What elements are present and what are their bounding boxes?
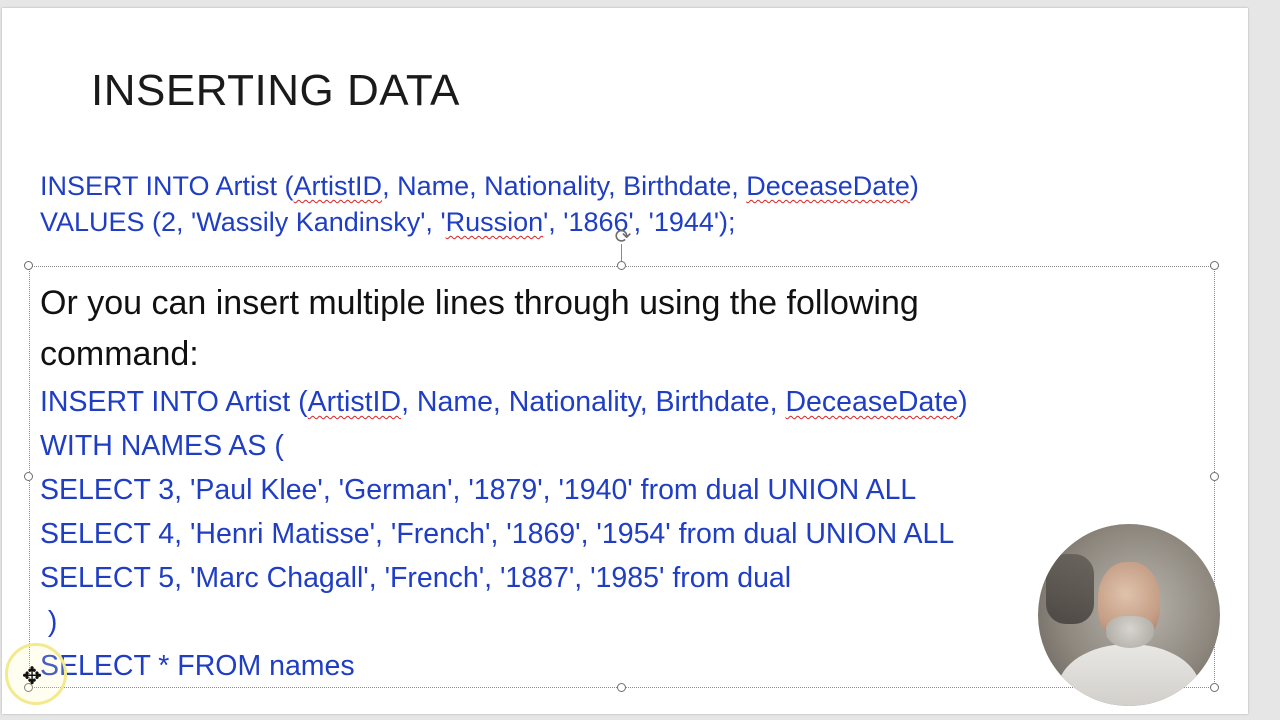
presenter-shirt	[1058, 644, 1200, 706]
multi-insert-textbox[interactable]: Or you can insert multiple lines through…	[40, 278, 1200, 688]
select-row-line: SELECT 4, 'Henri Matisse', 'French', '18…	[40, 518, 955, 550]
code-text: , Name, Nationality, Birthdate,	[382, 171, 747, 201]
select-row-line: SELECT 5, 'Marc Chagall', 'French', '188…	[40, 562, 792, 594]
webcam-background	[1046, 554, 1094, 624]
code-block: INSERT INTO Artist (ArtistID, Name, Nati…	[40, 380, 1200, 688]
spellcheck-word: ArtistID	[293, 171, 383, 201]
prose-line: Or you can insert multiple lines through…	[40, 284, 919, 322]
resize-handle-top-right[interactable]	[1210, 261, 1219, 270]
with-line: WITH NAMES AS (	[40, 430, 284, 462]
code-text: INSERT INTO Artist (	[40, 386, 308, 418]
code-text: )	[958, 386, 968, 418]
resize-handle-top-left[interactable]	[24, 261, 33, 270]
select-row-line: SELECT 3, 'Paul Klee', 'German', '1879',…	[40, 474, 917, 506]
resize-handle-bottom-right[interactable]	[1210, 683, 1219, 692]
rotate-handle-icon[interactable]: ⟳	[613, 227, 633, 247]
insert-into-line: INSERT INTO Artist (ArtistID, Name, Nati…	[40, 168, 919, 204]
move-cursor-icon: ✥	[22, 663, 43, 690]
spellcheck-word: DeceaseDate	[746, 171, 910, 201]
code-text: ', '1866', '1944');	[543, 207, 736, 237]
final-select-line: SELECT * FROM names	[40, 650, 355, 682]
values-line: VALUES (2, 'Wassily Kandinsky', 'Russion…	[40, 204, 919, 240]
insert-header-line: INSERT INTO Artist (ArtistID, Name, Nati…	[40, 380, 1200, 424]
slide[interactable]: INSERTING DATA INSERT INTO Artist (Artis…	[2, 8, 1248, 714]
slide-title[interactable]: INSERTING DATA	[91, 66, 460, 116]
presenter-beard	[1106, 616, 1154, 648]
close-paren-line: )	[40, 606, 58, 638]
code-text: )	[909, 171, 919, 201]
insert-single-textbox[interactable]: INSERT INTO Artist (ArtistID, Name, Nati…	[40, 168, 919, 240]
code-text: , Name, Nationality, Birthdate,	[401, 386, 786, 418]
code-text: INSERT INTO Artist (	[40, 171, 294, 201]
resize-handle-middle-left[interactable]	[24, 472, 33, 481]
spellcheck-word: ArtistID	[307, 386, 402, 418]
spellcheck-word: DeceaseDate	[785, 386, 959, 418]
spellcheck-word: Russion	[445, 207, 544, 237]
prose-paragraph: Or you can insert multiple lines through…	[40, 278, 1200, 380]
code-text: VALUES (2, 'Wassily Kandinsky', '	[40, 207, 446, 237]
resize-handle-middle-right[interactable]	[1210, 472, 1219, 481]
presenter-webcam	[1038, 524, 1220, 706]
resize-handle-top-center[interactable]	[617, 261, 626, 270]
prose-line: command:	[40, 335, 199, 373]
